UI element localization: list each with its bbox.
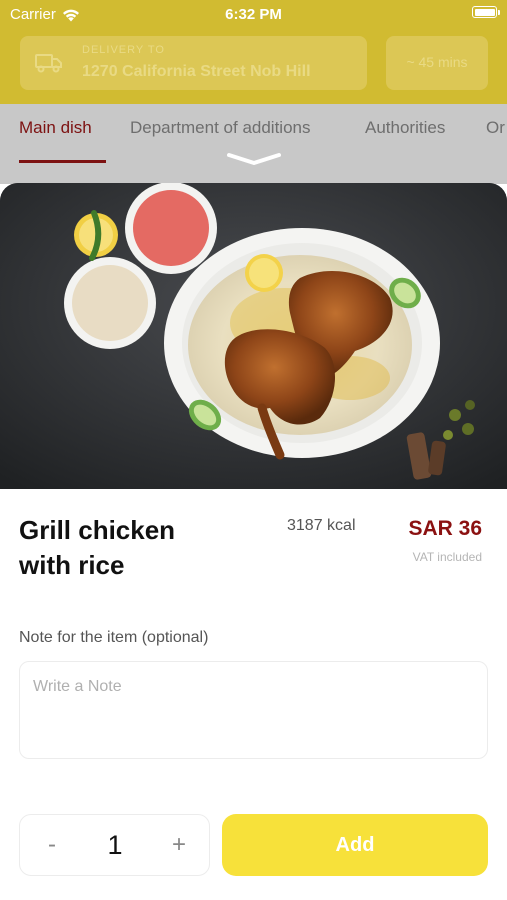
status-bar: Carrier 6:32 PM bbox=[0, 0, 507, 30]
decrease-quantity-button[interactable]: - bbox=[34, 831, 70, 861]
dish-price: SAR 36 bbox=[408, 517, 482, 540]
tab-main-dish[interactable]: Main dish bbox=[19, 118, 92, 138]
dish-name: Grill chicken with rice bbox=[19, 515, 176, 580]
item-detail-sheet: Grill chicken with rice 3187 kcal SAR 36… bbox=[0, 183, 507, 900]
note-label: Note for the item (optional) bbox=[19, 629, 209, 646]
note-input[interactable] bbox=[19, 661, 488, 759]
eta-badge: ~ 45 mins bbox=[386, 36, 488, 90]
tab-department-of-additions[interactable]: Department of additions bbox=[130, 118, 311, 138]
tab-authorities[interactable]: Authorities bbox=[365, 118, 445, 138]
delivery-address: 1270 California Street Nob Hill bbox=[82, 63, 311, 80]
delivery-truck-icon bbox=[35, 54, 62, 73]
vat-note: VAT included bbox=[412, 550, 482, 564]
header-background: Carrier 6:32 PM DELIVERY TO 1270 Califor… bbox=[0, 0, 507, 104]
delivery-address-selector[interactable]: DELIVERY TO 1270 California Street Nob H… bbox=[20, 36, 367, 90]
delivery-label: DELIVERY TO bbox=[82, 44, 165, 56]
quantity-value: 1 bbox=[107, 830, 123, 860]
tab-more[interactable]: Or bbox=[486, 118, 505, 138]
chevron-down-icon[interactable] bbox=[226, 152, 282, 166]
dish-photo bbox=[0, 183, 507, 489]
status-time: 6:32 PM bbox=[225, 6, 282, 23]
battery-icon bbox=[472, 6, 500, 18]
eta-text: ~ 45 mins bbox=[406, 54, 468, 70]
dish-calories: 3187 kcal bbox=[287, 517, 356, 534]
increase-quantity-button[interactable]: + bbox=[161, 831, 197, 861]
quantity-stepper: - 1 + bbox=[19, 814, 210, 876]
active-tab-indicator bbox=[19, 160, 106, 163]
add-to-cart-button[interactable]: Add bbox=[222, 814, 488, 876]
category-tabs: Main dish Department of additions Author… bbox=[0, 104, 507, 184]
